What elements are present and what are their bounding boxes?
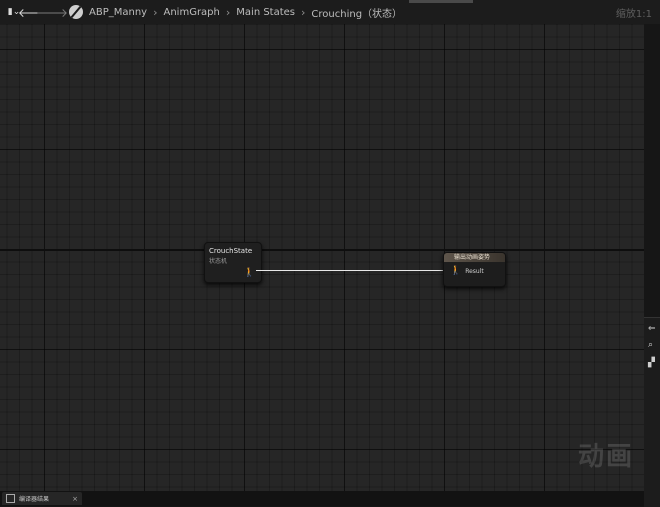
filter-icon[interactable]: ▞ [648, 358, 655, 368]
zoom-label: 缩放1:1 [615, 9, 652, 20]
node-subtitle: 状态机 [209, 258, 228, 265]
node-header: 输出动画姿势 [444, 253, 505, 262]
close-icon[interactable]: × [72, 495, 78, 503]
pose-pin-icon[interactable]: 🚶 [244, 268, 255, 278]
graph-canvas[interactable]: CrouchState 状态机 🚶 输出动画姿势 🚶 Result 动画 [0, 24, 644, 491]
tab-indicator [409, 0, 473, 3]
document-icon [6, 494, 15, 503]
breadcrumb: ABP_Manny › AnimGraph › Main States › Cr… [89, 5, 402, 20]
chevron-right-icon: › [225, 5, 231, 19]
result-pin-row: 🚶 Result [450, 266, 505, 276]
search-icon[interactable]: ⌕ [648, 340, 653, 350]
breadcrumb-item-main-states[interactable]: Main States [236, 7, 295, 18]
graph-watermark: 动画 [577, 442, 634, 472]
bottom-tab-bar: 编译器结果 × [0, 491, 644, 506]
output-pose-node[interactable]: 输出动画姿势 🚶 Result [443, 252, 506, 287]
chevron-right-icon: › [301, 5, 306, 19]
breadcrumb-item-animgraph[interactable]: AnimGraph [164, 7, 220, 18]
graph-origin-line [0, 249, 644, 251]
compiler-results-tab[interactable]: 编译器结果 × [2, 492, 82, 505]
breadcrumb-item-abp-manny[interactable]: ABP_Manny [89, 7, 147, 18]
node-title: CrouchState [209, 247, 253, 255]
pose-wire [256, 270, 448, 271]
breadcrumb-bar: ▮⌄ 🡐 🡒 ABP_Manny › AnimGraph › Main Stat… [0, 0, 660, 24]
breadcrumb-item-crouching[interactable]: Crouching（状态） [311, 5, 402, 20]
tab-label: 编译器结果 [19, 496, 50, 503]
arrow-left-icon[interactable]: ⇐ [648, 324, 656, 334]
crouch-state-node[interactable]: CrouchState 状态机 🚶 [204, 242, 262, 283]
arrow-right-icon: 🡒 [35, 5, 69, 20]
chevron-right-icon: › [153, 5, 158, 19]
result-pin-label: Result [465, 267, 484, 275]
details-panel: ⇐ ⌕ ▞ [644, 24, 660, 507]
pose-pin-icon[interactable]: 🚶 [450, 266, 461, 276]
blueprint-icon [69, 5, 83, 19]
forward-button[interactable]: 🡒 [36, 4, 68, 20]
details-panel-strip: ⇐ ⌕ ▞ [644, 317, 660, 507]
